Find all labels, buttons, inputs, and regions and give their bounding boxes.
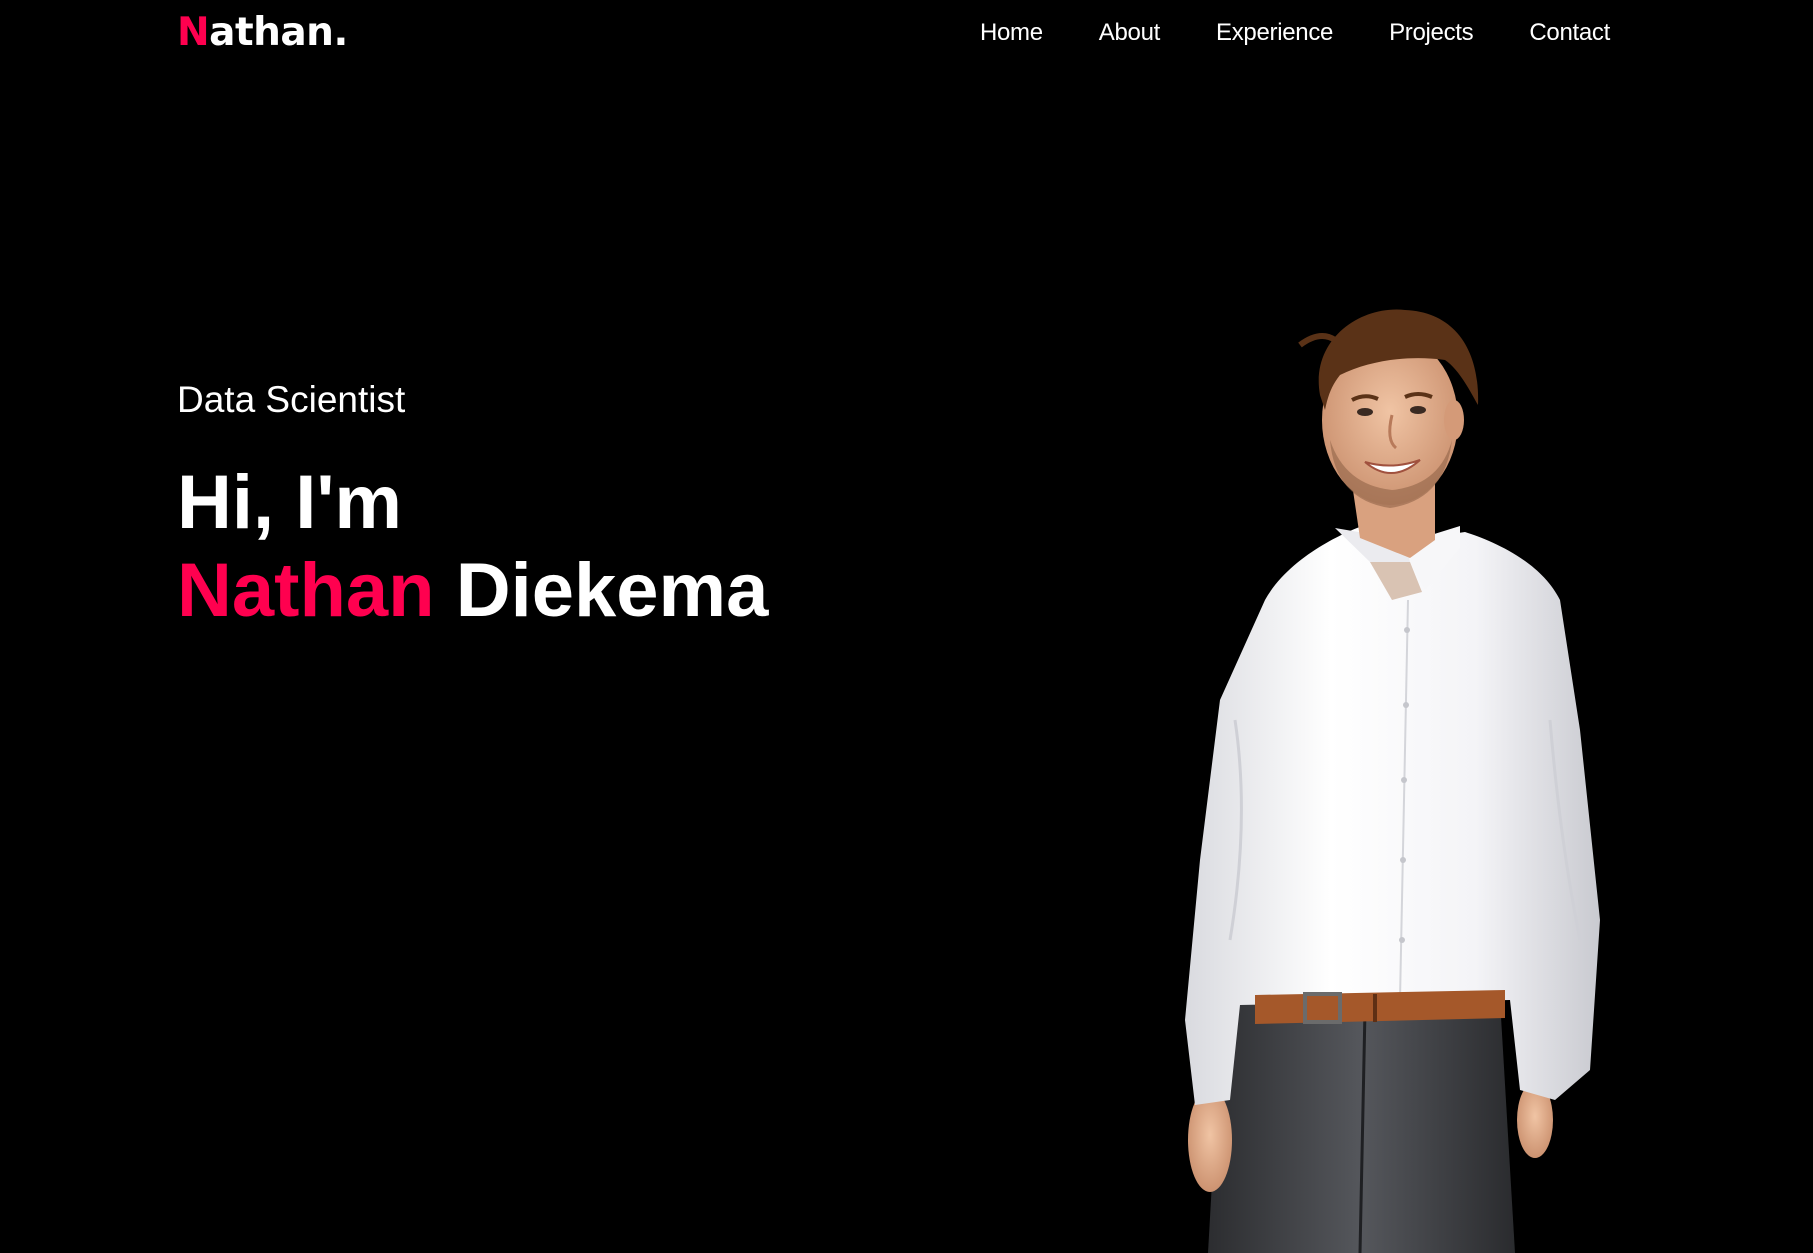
nav-item-projects: Projects	[1389, 18, 1474, 48]
hero-subtitle: Data Scientist	[177, 379, 406, 420]
nav-item-home: Home	[980, 18, 1043, 48]
hero-greeting: Hi, I'm	[177, 460, 402, 545]
nav-link-experience[interactable]: Experience	[1216, 19, 1333, 46]
nav-item-experience: Experience	[1216, 18, 1333, 48]
portfolio-page: Nathan. Home About Experience Projects C…	[0, 0, 1813, 1253]
nav-link-about[interactable]: About	[1099, 19, 1161, 46]
profile-photo	[1185, 309, 1600, 1253]
hero-last-name: Diekema	[455, 548, 769, 633]
logo-accent-letter: N	[177, 10, 210, 55]
nav-link-contact[interactable]: Contact	[1529, 19, 1610, 46]
nav-list: Home About Experience Projects Contact	[980, 18, 1610, 48]
nav-link-projects[interactable]: Projects	[1389, 19, 1474, 46]
hero-first-name: Nathan	[177, 548, 435, 633]
hero-headline: Hi, I'm Nathan Diekema	[177, 459, 768, 635]
logo-text: athan.	[209, 10, 348, 55]
nav-item-contact: Contact	[1529, 18, 1610, 48]
nav-item-about: About	[1099, 18, 1161, 48]
nav-link-home[interactable]: Home	[980, 19, 1043, 46]
hero-section: Data Scientist Hi, I'm Nathan Diekema	[177, 375, 768, 635]
site-logo[interactable]: Nathan.	[177, 10, 348, 56]
